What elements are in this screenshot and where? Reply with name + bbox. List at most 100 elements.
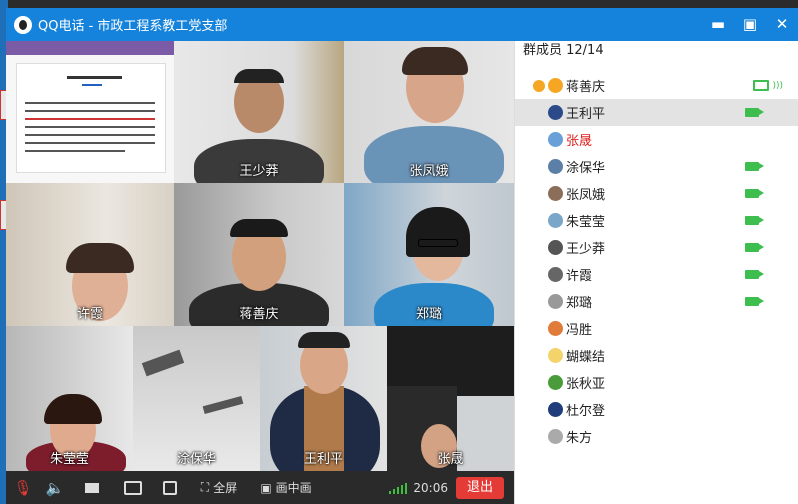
speaking-icon: ))) — [772, 80, 783, 91]
video-on-icon — [745, 297, 764, 306]
picture-in-picture-button[interactable]: ▣ 画中画 — [250, 471, 322, 504]
pip-icon: ▣ — [260, 480, 272, 495]
member-row[interactable]: 王少莽 — [515, 234, 798, 261]
video-tile-zhang-fenge[interactable]: 张凤娥 — [344, 41, 514, 183]
shared-document — [16, 63, 166, 173]
video-tile-name: 朱莹莹 — [49, 452, 89, 467]
member-name: 张秋亚 — [566, 377, 606, 392]
member-avatar — [548, 429, 563, 444]
fullscreen-button[interactable]: ⛶ 全屏 — [188, 471, 250, 504]
member-row[interactable]: 张晟 — [515, 126, 798, 153]
mic-toggle-button[interactable]: 🎙 — [6, 471, 40, 504]
video-tile-zheng-lu[interactable]: 郑璐 — [344, 183, 514, 326]
maximize-button[interactable]: ▣ — [740, 14, 760, 34]
speaker-icon: 🔈 — [45, 478, 65, 497]
member-avatar — [548, 105, 563, 120]
video-tile-name: 王利平 — [303, 452, 343, 467]
member-row[interactable]: 朱莹莹 — [515, 207, 798, 234]
pip-label: 画中画 — [275, 481, 312, 495]
member-row[interactable]: 王利平 — [515, 99, 798, 126]
window-title: QQ电话 - 市政工程系教工党支部 — [38, 19, 228, 34]
member-row[interactable]: 涂保华 — [515, 153, 798, 180]
member-name: 许霞 — [566, 269, 593, 284]
video-on-icon — [745, 189, 764, 198]
signal-strength-icon — [389, 482, 408, 494]
member-avatar — [548, 348, 563, 363]
video-tile-wang-liping[interactable]: 王利平 — [260, 326, 387, 471]
member-name: 郑璐 — [566, 296, 593, 311]
group-owner-icon — [533, 79, 545, 92]
video-tile-screen-share[interactable] — [6, 41, 174, 183]
member-name: 朱莹莹 — [566, 215, 606, 230]
member-name: 冯胜 — [566, 323, 593, 338]
member-name: 蒋善庆 — [566, 80, 606, 95]
video-tile-name: 王少莽 — [239, 164, 279, 179]
member-row[interactable]: 郑璐 — [515, 288, 798, 315]
video-on-icon — [745, 243, 764, 252]
member-row[interactable]: 朱方 — [515, 423, 798, 450]
member-avatar — [548, 402, 563, 417]
video-tile-zhu-yingying[interactable]: 朱莹莹 — [6, 326, 133, 471]
close-button[interactable]: ✕ — [772, 14, 792, 34]
member-row[interactable]: 蒋善庆))) — [515, 72, 798, 99]
minimize-button[interactable]: ▬ — [708, 14, 728, 34]
member-row[interactable]: 杜尔登 — [515, 396, 798, 423]
member-name: 蝴蝶结 — [566, 350, 606, 365]
video-tile-jiang-shanqing[interactable]: 蒋善庆 — [174, 183, 344, 326]
shared-screen-toolbar — [6, 41, 174, 55]
member-name: 张晟 — [566, 134, 593, 149]
video-tile-name: 郑璐 — [415, 307, 442, 322]
member-name: 杜尔登 — [566, 404, 606, 419]
video-tile-name: 许霞 — [76, 307, 103, 322]
video-tile-xu-xia[interactable]: 许霞 — [6, 183, 174, 326]
member-avatar — [548, 78, 563, 93]
video-on-icon — [745, 270, 764, 279]
qq-call-window: QQ电话 - 市政工程系教工党支部 ▬ ▣ ✕ 王少莽 张凤娥 许霞 蒋善庆 郑… — [6, 8, 798, 504]
member-avatar — [548, 240, 563, 255]
fullscreen-label: 全屏 — [213, 481, 238, 495]
member-name: 涂保华 — [566, 161, 606, 176]
video-on-icon — [745, 216, 764, 225]
member-avatar — [548, 159, 563, 174]
presentation-icon — [163, 480, 177, 495]
video-tile-tu-baohua[interactable]: 涂保华 — [133, 326, 260, 471]
title-bar: QQ电话 - 市政工程系教工党支部 ▬ ▣ ✕ — [6, 8, 798, 41]
member-avatar — [548, 213, 563, 228]
presentation-button[interactable] — [152, 471, 188, 504]
camera-button[interactable] — [70, 471, 114, 504]
member-list-panel: 群成员 12/14 蒋善庆))) 王利平张晟涂保华张凤娥朱莹莹王少莽许霞郑璐冯胜蝴… — [514, 41, 798, 504]
video-on-icon — [745, 108, 764, 117]
call-control-bar: 🎙 🔈 ⛶ 全屏 ▣ 画中画 20:06 退出 — [6, 471, 514, 504]
video-tile-name: 张凤娥 — [409, 164, 449, 179]
member-avatar — [548, 321, 563, 336]
share-screen-icon — [124, 480, 142, 495]
member-name: 张凤娥 — [566, 188, 606, 203]
member-row[interactable]: 张秋亚 — [515, 369, 798, 396]
qq-logo-icon — [14, 15, 32, 34]
video-tile-name: 张晟 — [437, 452, 464, 467]
member-row[interactable]: 蝴蝶结 — [515, 342, 798, 369]
member-name: 王少莽 — [566, 242, 606, 257]
member-avatar — [548, 375, 563, 390]
video-tile-name: 涂保华 — [176, 452, 216, 467]
member-avatar — [548, 267, 563, 282]
video-on-icon — [745, 162, 764, 171]
video-grid: 王少莽 张凤娥 许霞 蒋善庆 郑璐 朱莹莹 涂保华 王利平 张晟 — [6, 41, 514, 471]
speaker-button[interactable]: 🔈 — [40, 471, 70, 504]
member-count-header: 群成员 12/14 — [523, 43, 604, 58]
exit-call-button[interactable]: 退出 — [456, 476, 504, 499]
camera-icon — [85, 482, 99, 493]
video-tile-name: 蒋善庆 — [239, 307, 279, 322]
member-avatar — [548, 186, 563, 201]
member-row[interactable]: 张凤娥 — [515, 180, 798, 207]
member-name: 朱方 — [566, 431, 593, 446]
member-avatar — [548, 132, 563, 147]
share-screen-button[interactable] — [114, 471, 152, 504]
video-tile-wang-shaomang[interactable]: 王少莽 — [174, 41, 344, 183]
member-row[interactable]: 许霞 — [515, 261, 798, 288]
member-avatar — [548, 294, 563, 309]
member-row[interactable]: 冯胜 — [515, 315, 798, 342]
video-tile-zhang-sheng[interactable]: 张晟 — [387, 326, 514, 471]
member-name: 王利平 — [566, 107, 606, 122]
call-timer: 20:06 — [413, 480, 448, 495]
